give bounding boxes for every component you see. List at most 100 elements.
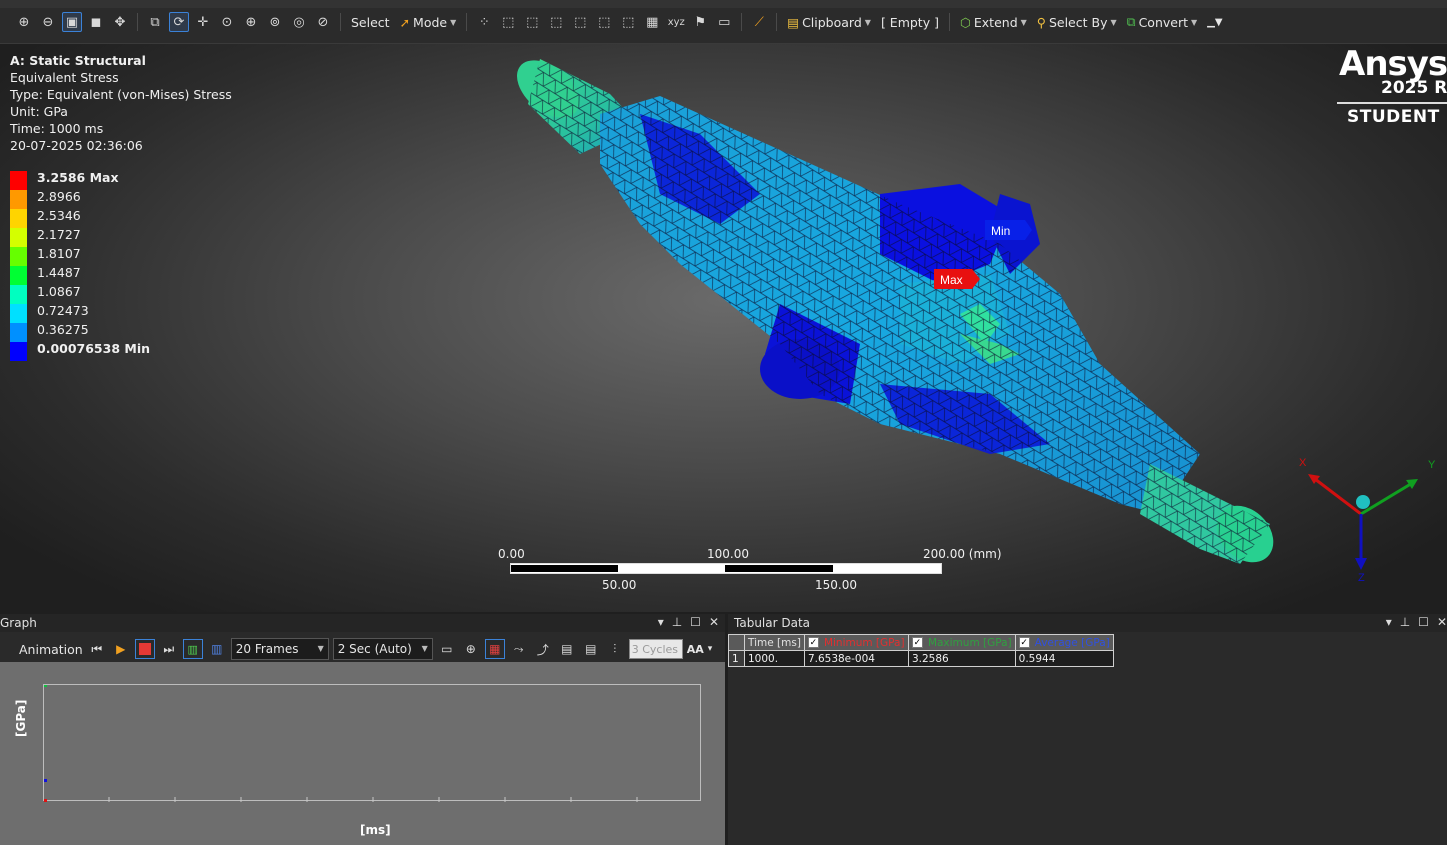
checkbox[interactable]: ✓ bbox=[807, 637, 819, 648]
chevron-down-icon: ▼ bbox=[317, 644, 324, 653]
cell-average[interactable]: 0.5944 bbox=[1014, 650, 1114, 667]
mode-dropdown[interactable]: ➚ Mode ▼ bbox=[397, 15, 460, 30]
curve-icon[interactable]: ⤳ bbox=[509, 639, 529, 659]
coordinates-icon[interactable]: xyz bbox=[666, 12, 686, 32]
reverse-icon[interactable]: ⤴ bbox=[533, 639, 553, 659]
toolbar-overflow-icon[interactable]: ▁▼ bbox=[1204, 17, 1225, 28]
column-header-time[interactable]: Time [ms] bbox=[744, 634, 805, 651]
clipboard-dropdown[interactable]: ▤ Clipboard ▼ bbox=[784, 15, 874, 30]
y-axis-arrow bbox=[1360, 480, 1415, 516]
select-body-icon[interactable]: ⬚ bbox=[546, 12, 566, 32]
chevron-down-icon: ▼ bbox=[864, 17, 871, 27]
zoom-graph-icon[interactable]: ⊕ bbox=[461, 639, 481, 659]
cell-minimum[interactable]: 7.6538e-004 bbox=[803, 650, 909, 667]
column-header-average[interactable]: ✓ Average [GPa] bbox=[1014, 634, 1114, 651]
rotate-icon[interactable]: ⟳ bbox=[169, 12, 189, 32]
toolbar-separator bbox=[948, 13, 950, 31]
previous-frame-icon[interactable]: ⏮ bbox=[87, 639, 107, 659]
image-icon[interactable]: ▤ bbox=[581, 639, 601, 659]
next-frame-icon[interactable]: ⏭ bbox=[159, 639, 179, 659]
play-icon[interactable]: ▶ bbox=[111, 639, 131, 659]
select-node-icon[interactable]: ⬚ bbox=[570, 12, 590, 32]
select-button[interactable]: Select bbox=[348, 15, 393, 30]
box-zoom-icon[interactable]: ⊕ bbox=[241, 12, 261, 32]
cycles-input[interactable]: 3 Cycles bbox=[628, 639, 683, 659]
export-video-icon[interactable]: ▭ bbox=[437, 639, 457, 659]
scale-tick-200: 200.00 (mm) bbox=[923, 547, 1002, 561]
table-header-row: Time [ms] ✓ Minimum [GPa] ✓ Maximum [GPa] … bbox=[728, 634, 1114, 651]
row-index: 1 bbox=[728, 650, 745, 667]
label-icon[interactable]: ⚑ bbox=[690, 12, 710, 32]
stop-icon[interactable] bbox=[134, 639, 155, 659]
clipboard-icon: ▤ bbox=[787, 14, 800, 30]
chevron-down-icon: ▼ bbox=[1191, 17, 1198, 27]
solid-view-icon[interactable]: ▣ bbox=[62, 12, 82, 32]
cursor-mode-icon[interactable]: ✥ bbox=[110, 12, 130, 32]
edge-view-icon[interactable]: ⧉ bbox=[145, 12, 165, 32]
convert-dropdown[interactable]: ⧉ Convert ▼ bbox=[1124, 14, 1201, 30]
zoom-icon[interactable]: ⊙ bbox=[217, 12, 237, 32]
comment-icon[interactable]: ▭ bbox=[714, 12, 734, 32]
select-mesh-icon[interactable]: ▦ bbox=[642, 12, 662, 32]
select-by-dropdown[interactable]: ⚲ Select By ▼ bbox=[1034, 15, 1120, 30]
result-sets-icon[interactable]: ▥ bbox=[207, 639, 227, 659]
graph-ticks bbox=[44, 685, 638, 802]
zoom-in-icon[interactable]: ⊕ bbox=[14, 12, 34, 32]
column-header-maximum[interactable]: ✓ Maximum [GPa] bbox=[907, 634, 1016, 651]
maximize-icon[interactable]: ☐ bbox=[690, 615, 701, 629]
column-header-minimum[interactable]: ✓ Minimum [GPa] bbox=[803, 634, 909, 651]
select-by-label: Select By bbox=[1048, 14, 1108, 30]
checkbox[interactable]: ✓ bbox=[911, 637, 923, 648]
cell-time[interactable]: 1000. bbox=[744, 650, 805, 667]
select-edge-icon[interactable]: ⬚ bbox=[498, 12, 518, 32]
zoom-out-icon[interactable]: ⊖ bbox=[38, 12, 58, 32]
convert-label: Convert bbox=[1138, 14, 1188, 30]
extend-label: Extend bbox=[973, 14, 1018, 30]
scale-ruler: 0.00 100.00 200.00 (mm) 50.00 150.00 bbox=[498, 546, 1008, 596]
panel-menu-icon[interactable]: ▾ bbox=[1386, 615, 1392, 629]
previous-view-icon[interactable]: ⊘ bbox=[313, 12, 333, 32]
chart-icon[interactable]: ⟋ bbox=[749, 12, 769, 32]
pin-icon[interactable]: ⊥ bbox=[672, 615, 682, 629]
probe-max[interactable]: Max bbox=[934, 269, 980, 289]
select-element-icon[interactable]: ⬚ bbox=[618, 12, 638, 32]
select-element-face-icon[interactable]: ⬚ bbox=[594, 12, 614, 32]
toolbar-separator bbox=[340, 13, 341, 31]
step-mode-icon[interactable]: ⫶ bbox=[605, 639, 625, 659]
zoom-to-fit-icon[interactable]: ⊚ bbox=[265, 12, 285, 32]
checkbox[interactable]: ✓ bbox=[1018, 637, 1030, 648]
tabular-data-table[interactable]: Time [ms] ✓ Minimum [GPa] ✓ Maximum [GPa] … bbox=[728, 634, 1114, 667]
stress-contour-model[interactable]: Min Max bbox=[0, 44, 1447, 612]
legend-toggle-icon[interactable]: ▦ bbox=[484, 639, 505, 659]
animation-label: Animation bbox=[19, 641, 83, 657]
chevron-down-icon: ▼ bbox=[1020, 17, 1027, 27]
frames-dropdown[interactable]: 20 Frames ▼ bbox=[230, 638, 329, 660]
duration-dropdown[interactable]: 2 Sec (Auto) ▼ bbox=[332, 638, 433, 660]
select-face-icon[interactable]: ⬚ bbox=[522, 12, 542, 32]
close-icon[interactable]: ✕ bbox=[1437, 615, 1447, 629]
pan-icon[interactable]: ✛ bbox=[193, 12, 213, 32]
capture-icon[interactable]: ▤ bbox=[557, 639, 577, 659]
graphics-viewport[interactable]: A: Static Structural Equivalent Stress T… bbox=[0, 44, 1447, 612]
ribbon-edge bbox=[0, 0, 1447, 8]
extend-dropdown[interactable]: ⬡ Extend ▼ bbox=[957, 15, 1030, 30]
graph-axes-frame bbox=[43, 684, 701, 802]
scale-bar bbox=[510, 563, 942, 574]
table-row[interactable]: 1 1000. 7.6538e-004 3.2586 0.5944 bbox=[728, 650, 1114, 667]
maximize-icon[interactable]: ☐ bbox=[1418, 615, 1429, 629]
maximum-point bbox=[44, 685, 47, 687]
cell-maximum[interactable]: 3.2586 bbox=[907, 650, 1016, 667]
graph-plot-area[interactable]: [GPa] [ms] bbox=[0, 662, 725, 845]
probe-min[interactable]: Min bbox=[985, 220, 1032, 240]
close-icon[interactable]: ✕ bbox=[709, 615, 719, 629]
anti-alias-toggle[interactable]: AA bbox=[687, 643, 704, 656]
panel-menu-icon[interactable]: ▾ bbox=[658, 615, 664, 629]
more-options-icon[interactable]: ▾ bbox=[708, 644, 713, 654]
select-vertex-icon[interactable]: ⁘ bbox=[474, 12, 494, 32]
magnifier-icon[interactable]: ◎ bbox=[289, 12, 309, 32]
distributed-frames-icon[interactable]: ▥ bbox=[182, 639, 203, 659]
pin-icon[interactable]: ⊥ bbox=[1400, 615, 1410, 629]
cube-view-icon[interactable]: ◼ bbox=[86, 12, 106, 32]
tabular-panel-header: Tabular Data ▾ ⊥ ☐ ✕ bbox=[728, 614, 1447, 632]
axis-triad[interactable]: X Y Z bbox=[1296, 454, 1446, 584]
